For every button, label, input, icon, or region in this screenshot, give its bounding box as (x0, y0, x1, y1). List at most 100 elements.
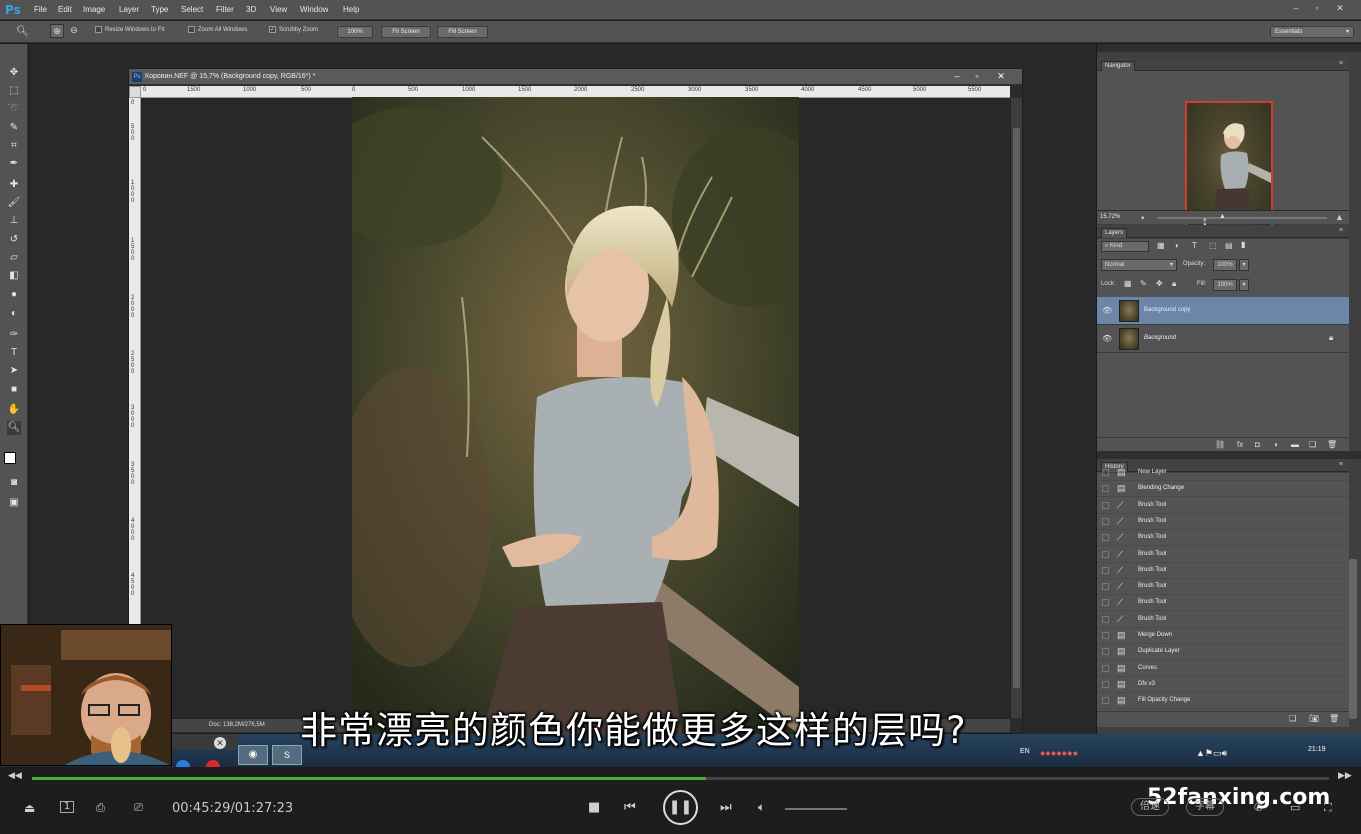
new-group-icon[interactable]: ▬ (1291, 440, 1299, 449)
history-source-checkbox[interactable] (1102, 697, 1109, 705)
shape-tool-icon[interactable]: ■ (7, 383, 21, 397)
history-state-row[interactable]: ▤ Fill Opacity Change (1097, 693, 1349, 710)
menu-filter[interactable]: Filter (216, 5, 234, 14)
history-state-row[interactable]: ⟋ Brush Tool (1097, 579, 1349, 596)
history-source-checkbox[interactable] (1102, 485, 1109, 493)
stop-icon[interactable]: ■ (588, 800, 600, 815)
fill-slider-toggle[interactable]: ▾ (1239, 279, 1249, 291)
history-source-checkbox[interactable] (1102, 599, 1109, 607)
eject-icon[interactable]: ⏏ (24, 801, 35, 815)
speed-button[interactable]: 倍速 (1131, 798, 1169, 816)
lock-pixels-icon[interactable]: ✎ (1140, 279, 1147, 288)
menu-window[interactable]: Window (300, 5, 328, 14)
history-source-checkbox[interactable] (1102, 469, 1109, 476)
menu-select[interactable]: Select (181, 5, 203, 14)
layer-style-fx-icon[interactable]: fx (1237, 440, 1243, 449)
clone-stamp-icon[interactable]: ⊥ (7, 214, 21, 228)
history-list[interactable]: ▤ New Layer ▤ Blending Change ⟋ Brush Tool ⟋ Br… (1097, 465, 1349, 710)
type-filter-icon[interactable]: T (1192, 241, 1197, 250)
history-scrollbar[interactable] (1349, 559, 1357, 719)
new-layer-icon[interactable]: ❑ (1309, 440, 1316, 449)
system-clock[interactable]: 21:19 (1308, 746, 1326, 753)
history-source-checkbox[interactable] (1102, 501, 1109, 509)
visibility-eye-icon[interactable]: 👁︎ (1102, 334, 1112, 343)
history-source-checkbox[interactable] (1102, 664, 1109, 672)
history-source-checkbox[interactable] (1102, 517, 1109, 525)
hand-tool-icon[interactable]: ✋ (7, 403, 21, 417)
taskbar-app-skype[interactable]: S (272, 745, 302, 765)
history-source-checkbox[interactable] (1102, 615, 1109, 623)
menu-type[interactable]: Type (151, 5, 168, 14)
link-layers-icon[interactable]: ⛓︎ (1215, 440, 1225, 449)
fill-input[interactable]: 100% (1213, 279, 1237, 291)
zoom-tool-icon[interactable]: 🔍︎ (7, 421, 21, 435)
close-circle-icon[interactable]: ✕ (214, 737, 226, 749)
layer-row-background[interactable]: 👁︎ Background 🔒︎ (1097, 325, 1349, 353)
phone-icon[interactable]: ✆ (1254, 801, 1263, 814)
history-source-checkbox[interactable] (1102, 680, 1109, 688)
gradient-tool-icon[interactable]: ◧ (7, 269, 21, 283)
quick-select-tool-icon[interactable]: ✎ (7, 121, 21, 135)
progress-bar[interactable] (32, 777, 1329, 780)
dodge-tool-icon[interactable]: ◐ (7, 307, 21, 321)
healing-brush-icon[interactable]: ✚ (7, 178, 21, 192)
tab-navigator[interactable]: Navigator (1101, 61, 1135, 71)
zoom-100-button[interactable]: 100% (337, 26, 373, 38)
restore-icon[interactable]: ▫ (1308, 3, 1326, 14)
history-state-row[interactable]: ▤ Dfx v3 (1097, 677, 1349, 693)
crop-tool-icon[interactable]: ⌗ (7, 139, 21, 153)
zoom-in-large-icon[interactable]: ▲ (1335, 212, 1344, 222)
next-icon[interactable]: ⏭ (720, 800, 732, 815)
history-state-row[interactable]: ▤ Duplicate Layer (1097, 644, 1349, 661)
scrubby-zoom-checkbox[interactable]: ✓ Scrubby Zoom (269, 26, 318, 33)
close-icon[interactable]: ✕ (1331, 3, 1349, 14)
doc-minimize-icon[interactable]: – (949, 71, 965, 82)
volume-slider[interactable] (785, 808, 847, 810)
menu-edit[interactable]: Edit (58, 5, 72, 14)
adjustment-layer-icon[interactable]: ◑ (1273, 440, 1278, 449)
pixel-filter-icon[interactable]: ▦ (1157, 241, 1165, 250)
dock-collapse-bar[interactable] (1097, 44, 1361, 52)
minimize-icon[interactable]: – (1287, 3, 1305, 14)
pause-button[interactable]: ❚❚ (663, 790, 698, 825)
history-state-row[interactable]: ▤ Blending Change (1097, 481, 1349, 498)
panel-menu-icon[interactable]: ≡ (1339, 60, 1343, 67)
filter-toggle-icon[interactable]: ▮ (1241, 240, 1245, 249)
delete-state-icon[interactable]: 🗑︎ (1329, 714, 1339, 723)
lock-all-icon[interactable]: 🔒︎ (1172, 279, 1176, 289)
pen-tool-icon[interactable]: ✑ (7, 328, 21, 342)
delete-layer-icon[interactable]: 🗑︎ (1327, 440, 1337, 449)
shape-filter-icon[interactable]: ⬚ (1209, 241, 1217, 250)
menu-view[interactable]: View (270, 5, 287, 14)
app-red-icon[interactable] (206, 760, 220, 767)
history-state-row[interactable]: ▤Merge Down (1097, 709, 1349, 710)
blend-mode-dropdown[interactable]: Normal ▾ (1101, 259, 1177, 271)
ruler-origin[interactable] (129, 86, 141, 98)
workspace-dropdown[interactable]: Essentials ▾ (1270, 26, 1354, 38)
snapshot-camera-icon[interactable]: 📷︎ (1309, 714, 1319, 723)
history-source-checkbox[interactable] (1102, 550, 1109, 558)
zoom-out-icon[interactable]: ⊖ (67, 24, 81, 38)
menu-help[interactable]: Help (343, 5, 359, 14)
marquee-tool-icon[interactable]: ⬚ (7, 84, 21, 98)
opacity-input[interactable]: 100% (1213, 259, 1237, 271)
history-source-checkbox[interactable] (1102, 648, 1109, 656)
zoom-tool-icon[interactable]: 🔍︎ (16, 26, 29, 37)
history-state-row[interactable]: ⟋ Brush Tool (1097, 595, 1349, 612)
previous-icon[interactable]: ⏮ (624, 800, 636, 815)
dock-collapse-bar[interactable] (1097, 451, 1361, 459)
lasso-tool-icon[interactable]: ➰ (7, 102, 21, 116)
opacity-slider-toggle[interactable]: ▾ (1239, 259, 1249, 271)
screenshot-icon[interactable]: ⎚ (134, 801, 143, 815)
tray-system-icons[interactable]: ▲⚑▭🔊︎ (1196, 748, 1227, 759)
menu-layer[interactable]: Layer (119, 5, 139, 14)
history-state-row[interactable]: ⟋ Brush Tool (1097, 514, 1349, 530)
brush-tool-icon[interactable]: 🖌︎ (7, 196, 21, 210)
add-mask-icon[interactable]: ◘ (1255, 440, 1260, 449)
app-blue-icon[interactable] (176, 760, 190, 767)
history-state-row[interactable]: ⟋ Brush Tool (1097, 530, 1349, 547)
history-brush-icon[interactable]: ↺ (7, 233, 21, 247)
history-source-checkbox[interactable] (1102, 534, 1109, 542)
quick-mask-icon[interactable]: ◙ (7, 476, 21, 490)
seek-back-icon[interactable]: ◀◀ (8, 771, 22, 781)
